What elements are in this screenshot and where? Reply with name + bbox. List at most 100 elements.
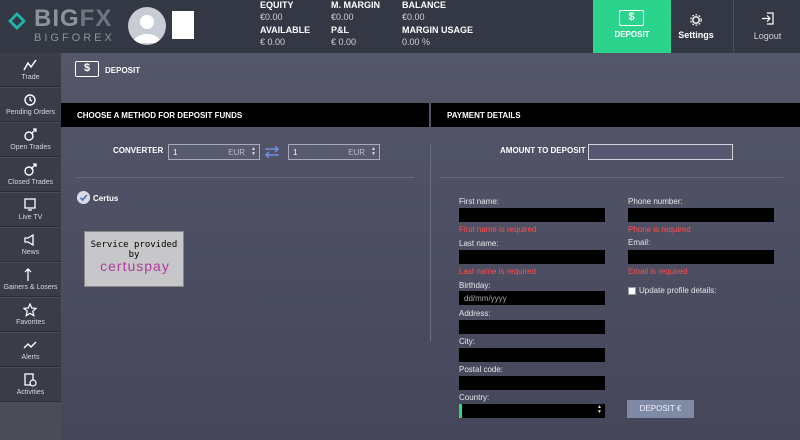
converter-from-value: 1 xyxy=(173,148,178,157)
logout-icon xyxy=(762,12,774,25)
stat-label: M. MARGIN xyxy=(331,0,380,10)
favorites-icon xyxy=(23,303,37,317)
sidebar-item-activities[interactable]: Activities xyxy=(0,368,61,402)
sidebar-item-news[interactable]: News xyxy=(0,228,61,262)
certuspay-logo: certuspay xyxy=(100,258,170,274)
email-label: Email: xyxy=(628,238,651,247)
user-avatar-icon xyxy=(133,15,161,43)
divider xyxy=(76,177,414,178)
postal-code-field[interactable] xyxy=(459,376,605,390)
country-select[interactable]: ▲ ▼ xyxy=(459,404,605,418)
amount-label: AMOUNT TO DEPOSIT xyxy=(500,146,586,155)
alerts-icon xyxy=(23,341,37,349)
pending-orders-icon xyxy=(24,94,36,106)
sidebar-item-trade[interactable]: Trade xyxy=(0,53,61,87)
stat-value: €0.00 xyxy=(402,12,425,22)
stat-equity: EQUITY €0.00 xyxy=(260,0,294,23)
page-title: DEPOSIT xyxy=(105,66,141,75)
topnav-logout-label: Logout xyxy=(753,31,782,41)
topnav-settings-label: Settings xyxy=(678,30,714,40)
closed-trades-icon xyxy=(24,163,37,176)
last-name-error: Last name is required xyxy=(459,267,536,276)
brand-logo[interactable]: BIGFX BIGFOREX xyxy=(8,6,120,44)
spinner-arrows-icon[interactable]: ▲ ▼ xyxy=(371,147,376,157)
stat-value: € 0.00 xyxy=(260,37,286,47)
phone-error: Phone is required xyxy=(628,225,691,234)
stat-value: € 0.00 xyxy=(331,37,357,47)
live-tv-icon xyxy=(24,198,36,211)
converter-to-input[interactable]: 1 EUR ▲ ▼ xyxy=(288,144,380,160)
country-label: Country: xyxy=(459,393,490,402)
dollar-bill-icon: $ xyxy=(619,10,644,26)
stat-available: AVAILABLE € 0.00 xyxy=(260,25,310,48)
sidebar-item-label: Pending Orders xyxy=(5,109,56,116)
top-bar: BIGFX BIGFOREX EQUITY €0.00 AVAILABLE € … xyxy=(0,0,800,53)
method-header: CHOOSE A METHOD FOR DEPOSIT FUNDS xyxy=(61,103,429,127)
sidebar: Trade Pending Orders Open Trades Closed … xyxy=(0,53,61,440)
topnav-deposit-button[interactable]: $ DEPOSIT xyxy=(593,0,671,53)
profile-card[interactable] xyxy=(172,11,194,39)
deposit-submit-button[interactable]: DEPOSIT € xyxy=(627,400,694,418)
converter-from-input[interactable]: 1 EUR ▲ ▼ xyxy=(168,144,260,160)
column-divider xyxy=(430,143,431,341)
sidebar-item-label: Gainers & Losers xyxy=(3,284,58,291)
stat-label: EQUITY xyxy=(260,0,294,10)
main-content: $ DEPOSIT CHOOSE A METHOD FOR DEPOSIT FU… xyxy=(61,53,800,440)
open-trades-icon xyxy=(24,128,37,141)
sidebar-item-label: Favorites xyxy=(16,319,45,326)
city-label: City: xyxy=(459,337,475,346)
trade-icon xyxy=(23,59,37,71)
converter-to-currency: EUR xyxy=(348,148,365,157)
sidebar-item-favorites[interactable]: Favorites xyxy=(0,298,61,332)
brand-subtitle: BIGFOREX xyxy=(34,32,115,44)
stat-value: 0.00 % xyxy=(402,37,431,47)
sidebar-item-label: News xyxy=(21,249,40,256)
stat-label: AVAILABLE xyxy=(260,25,311,35)
sidebar-item-alerts[interactable]: Alerts xyxy=(0,333,61,367)
sidebar-item-pending-orders[interactable]: Pending Orders xyxy=(0,88,61,122)
swap-arrows-icon[interactable] xyxy=(263,144,281,160)
topnav-settings-button[interactable]: Settings xyxy=(671,0,721,53)
last-name-label: Last name: xyxy=(459,239,499,248)
checkbox-box[interactable] xyxy=(628,287,636,295)
sidebar-item-open-trades[interactable]: Open Trades xyxy=(0,123,61,157)
first-name-field[interactable] xyxy=(459,208,605,222)
news-icon xyxy=(24,233,34,247)
spinner-arrows-icon[interactable]: ▲ ▼ xyxy=(251,147,256,157)
city-field[interactable] xyxy=(459,348,605,362)
birthday-field[interactable]: dd/mm/yyyy xyxy=(459,291,605,305)
gainers-losers-icon xyxy=(24,268,32,281)
payment-header-label: PAYMENT DETAILS xyxy=(447,111,521,120)
activities-icon xyxy=(24,373,37,387)
last-name-field[interactable] xyxy=(459,250,605,264)
birthday-label: Birthday: xyxy=(459,281,491,290)
phone-field[interactable] xyxy=(628,208,774,222)
logo-diamond-icon xyxy=(8,12,26,30)
avatar[interactable] xyxy=(128,7,166,45)
sidebar-item-label: Activities xyxy=(16,389,45,396)
sidebar-item-gainers-losers[interactable]: Gainers & Losers xyxy=(0,263,61,297)
address-field[interactable] xyxy=(459,320,605,334)
converter-label: CONVERTER xyxy=(113,146,164,155)
stat-margin: M. MARGIN €0.00 xyxy=(331,0,380,23)
brand-name: BIG xyxy=(34,5,80,32)
stat-label: P&L xyxy=(331,25,349,35)
dollar-bill-icon: $ xyxy=(75,61,99,77)
topnav-deposit-label: DEPOSIT xyxy=(614,30,650,39)
sidebar-item-label: Trade xyxy=(21,74,40,81)
first-name-error: First name is required xyxy=(459,225,537,234)
stat-margin-usage: MARGIN USAGE 0.00 % xyxy=(402,25,473,48)
divider xyxy=(439,177,783,178)
topnav-logout-button[interactable]: Logout xyxy=(733,0,800,53)
amount-input[interactable] xyxy=(588,144,733,160)
select-arrows-icon: ▲ ▼ xyxy=(597,404,602,415)
sidebar-item-label: Live TV xyxy=(18,214,43,221)
provider-text: Service provided by xyxy=(90,240,178,260)
sidebar-item-closed-trades[interactable]: Closed Trades xyxy=(0,158,61,192)
converter-to-value: 1 xyxy=(293,148,298,157)
sidebar-item-live-tv[interactable]: Live TV xyxy=(0,193,61,227)
stat-value: €0.00 xyxy=(331,12,354,22)
sidebar-item-label: Open Trades xyxy=(10,144,51,151)
stat-value: €0.00 xyxy=(260,12,283,22)
email-field[interactable] xyxy=(628,250,774,264)
